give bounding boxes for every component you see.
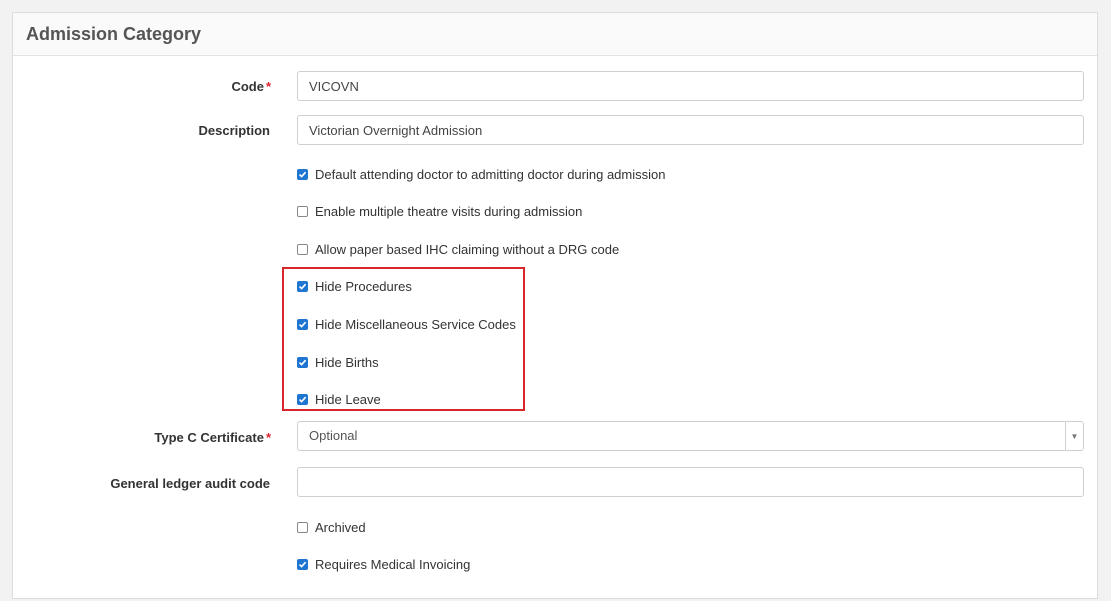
checkbox-checked-icon[interactable]	[297, 168, 308, 180]
checkbox-archived[interactable]: Archived	[297, 519, 366, 535]
checkbox-hide-births[interactable]: Hide Births	[297, 354, 379, 370]
description-label-text: Description	[198, 123, 270, 138]
checkbox-checked-icon[interactable]	[297, 558, 308, 570]
gl-audit-code-input[interactable]	[297, 467, 1084, 497]
checkbox-label: Requires Medical Invoicing	[315, 556, 471, 572]
chevron-down-icon[interactable]: ▼	[1065, 422, 1083, 450]
panel-header: Admission Category	[13, 13, 1097, 56]
checkbox-label: Hide Births	[315, 354, 379, 370]
gl-audit-label-text: General ledger audit code	[110, 476, 270, 491]
select-value: Optional	[309, 428, 358, 443]
checkbox-checked-icon[interactable]	[297, 280, 308, 292]
checkbox-unchecked-icon[interactable]	[297, 521, 308, 533]
checkbox-checked-icon[interactable]	[297, 318, 308, 330]
type-c-label-text: Type C Certificate	[154, 430, 264, 445]
checkbox-label: Default attending doctor to admitting do…	[315, 166, 666, 182]
description-input[interactable]	[297, 115, 1084, 145]
checkbox-hide-leave[interactable]: Hide Leave	[297, 391, 381, 407]
admission-category-panel: Admission Category Code* Description Def…	[12, 12, 1098, 599]
checkbox-requires-medical-invoicing[interactable]: Requires Medical Invoicing	[297, 556, 470, 572]
type-c-certificate-select[interactable]: Optional ▼	[297, 421, 1084, 451]
checkbox-hide-misc-service-codes[interactable]: Hide Miscellaneous Service Codes	[297, 316, 516, 332]
required-mark: *	[265, 430, 271, 445]
code-label-text: Code	[231, 79, 264, 94]
gl-audit-code-label: General ledger audit code	[110, 476, 270, 491]
code-label: Code *	[231, 79, 271, 94]
checkbox-checked-icon[interactable]	[297, 356, 308, 368]
checkbox-checked-icon[interactable]	[297, 393, 308, 405]
checkbox-default-attending-doctor[interactable]: Default attending doctor to admitting do…	[297, 166, 665, 182]
checkbox-label: Hide Leave	[315, 391, 381, 407]
required-mark: *	[265, 79, 271, 94]
type-c-certificate-label: Type C Certificate *	[154, 430, 271, 445]
panel-title: Admission Category	[26, 24, 202, 44]
checkbox-enable-multiple-theatre-visits[interactable]: Enable multiple theatre visits during ad…	[297, 203, 582, 219]
checkbox-unchecked-icon[interactable]	[297, 205, 308, 217]
checkbox-label: Hide Miscellaneous Service Codes	[315, 316, 516, 332]
checkbox-allow-paper-ihc-claiming[interactable]: Allow paper based IHC claiming without a…	[297, 241, 619, 257]
code-input[interactable]	[297, 71, 1084, 101]
checkbox-label: Allow paper based IHC claiming without a…	[315, 241, 620, 257]
description-label: Description	[198, 123, 270, 138]
checkbox-unchecked-icon[interactable]	[297, 243, 308, 255]
checkbox-label: Hide Procedures	[315, 278, 412, 294]
checkbox-label: Archived	[315, 519, 366, 535]
checkbox-hide-procedures[interactable]: Hide Procedures	[297, 278, 412, 294]
checkbox-label: Enable multiple theatre visits during ad…	[315, 203, 583, 219]
